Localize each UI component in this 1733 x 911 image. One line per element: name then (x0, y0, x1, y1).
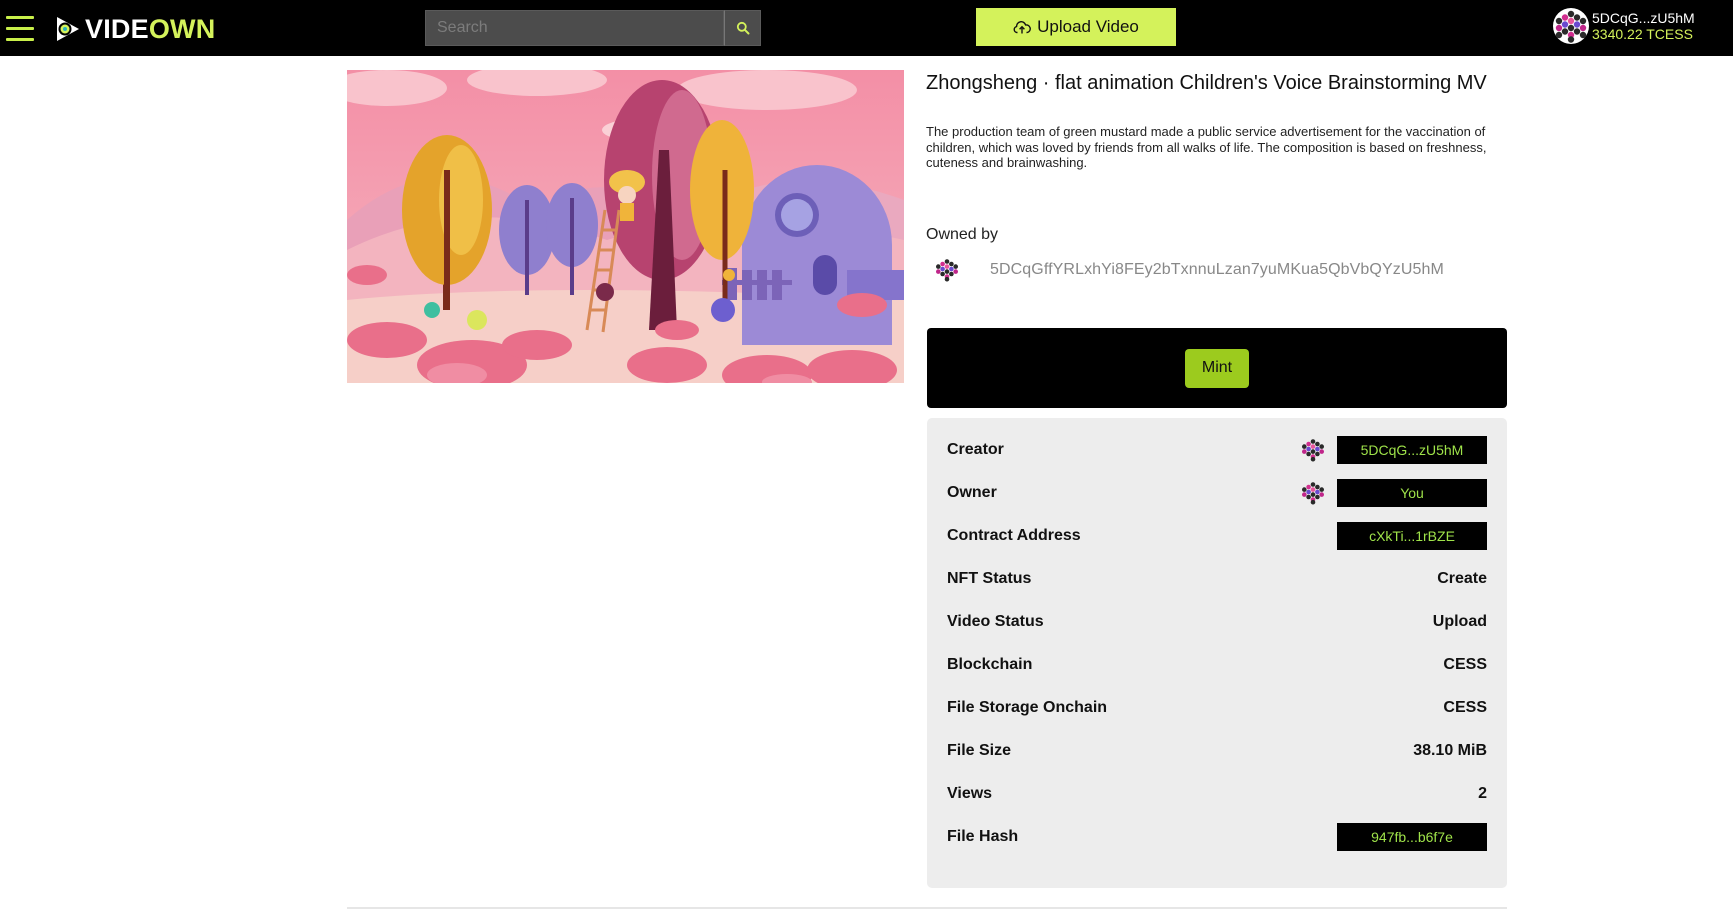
contract-address-label: Contract Address (947, 526, 1081, 544)
owner-label: Owner (947, 483, 997, 501)
blockchain-label: Blockchain (947, 655, 1033, 673)
views-value: 2 (1478, 784, 1487, 802)
search-button[interactable] (724, 10, 761, 46)
owned-by-label: Owned by (926, 226, 999, 243)
video-title: Zhongsheng · flat animation Children's V… (926, 72, 1487, 94)
video-thumbnail[interactable] (347, 70, 904, 383)
property-value-wrap: cXkTi...1rBZE (1337, 521, 1487, 550)
file-storage-onchain-label: File Storage Onchain (947, 698, 1108, 716)
property-row-blockchain: Blockchain CESS (947, 643, 1487, 686)
search-icon (736, 21, 749, 35)
property-value-wrap: You (1300, 478, 1487, 507)
property-row-video-status: Video Status Upload (947, 600, 1487, 643)
property-row-creator: Creator 5DCqG...zU5hM (947, 428, 1487, 471)
property-row-file-size: File Size 38.10 MiB (947, 729, 1487, 772)
mint-button[interactable]: Mint (1185, 348, 1249, 388)
file-size-label: File Size (947, 741, 1012, 759)
property-row-views: Views 2 (947, 772, 1487, 815)
logo-text-part2: OWN (148, 14, 216, 44)
menu-icon[interactable] (6, 16, 34, 42)
owner-identicon-icon (934, 257, 960, 283)
site-logo[interactable]: VIDEOWN (52, 14, 215, 44)
property-row-file-storage-onchain: File Storage Onchain CESS (947, 686, 1487, 729)
logo-text-part1: VIDE (85, 14, 149, 44)
property-row-owner: Owner You (947, 471, 1487, 514)
contract-address-chip[interactable]: cXkTi...1rBZE (1337, 521, 1487, 550)
owner-row[interactable]: 5DCqGffYRLxhYi8FEy2bTxnnuLzan7yuMKua5QbV… (934, 257, 1444, 283)
search-bar (425, 10, 761, 46)
views-label: Views (947, 784, 993, 802)
property-row-contract-address: Contract Address cXkTi...1rBZE (947, 514, 1487, 557)
property-value-wrap: 947fb...b6f7e (1337, 822, 1487, 851)
file-size-value: 38.10 MiB (1413, 741, 1487, 759)
search-input[interactable] (425, 10, 724, 46)
video-status-label: Video Status (947, 612, 1044, 630)
section-divider (347, 907, 1507, 909)
nft-properties-panel: Creator 5DCqG...zU5hM Owner You Contract A… (927, 418, 1507, 888)
top-navbar: VIDEOWN Upload Video (0, 0, 1733, 56)
nft-status-label: NFT Status (947, 569, 1032, 587)
account-balance: 3340.22 TCESS (1592, 26, 1693, 42)
account-avatar-identicon-icon (1553, 8, 1589, 44)
property-row-file-hash: File Hash 947fb...b6f7e (947, 815, 1487, 858)
creator-chip[interactable]: 5DCqG...zU5hM (1337, 435, 1487, 464)
identicon-icon (1300, 479, 1326, 506)
file-hash-chip[interactable]: 947fb...b6f7e (1337, 822, 1487, 851)
nft-status-value: Create (1437, 569, 1487, 587)
owner-full-address: 5DCqGffYRLxhYi8FEy2bTxnnuLzan7yuMKua5QbV… (990, 261, 1444, 278)
identicon-icon (1300, 436, 1326, 463)
mint-panel: Mint (927, 328, 1507, 408)
cloud-upload-icon (1013, 21, 1031, 34)
play-logo-icon (57, 17, 79, 41)
file-storage-onchain-value: CESS (1443, 698, 1487, 716)
file-hash-label: File Hash (947, 827, 1019, 845)
property-row-nft-status: NFT Status Create (947, 557, 1487, 600)
owner-chip[interactable]: You (1337, 478, 1487, 507)
blockchain-value: CESS (1443, 655, 1487, 673)
video-description: The production team of green mustard mad… (926, 124, 1487, 170)
upload-video-label: Upload Video (1037, 17, 1139, 36)
video-thumbnail-illustration (347, 70, 904, 383)
video-status-value: Upload (1432, 612, 1487, 630)
property-value-wrap: 5DCqG...zU5hM (1300, 435, 1487, 464)
account-address: 5DCqG...zU5hM (1592, 10, 1695, 26)
account-menu[interactable]: 5DCqG...zU5hM 3340.22 TCESS (1553, 8, 1695, 44)
upload-video-button[interactable]: Upload Video (976, 8, 1176, 46)
creator-label: Creator (947, 440, 1004, 458)
logo-text: VIDEOWN (85, 14, 215, 44)
